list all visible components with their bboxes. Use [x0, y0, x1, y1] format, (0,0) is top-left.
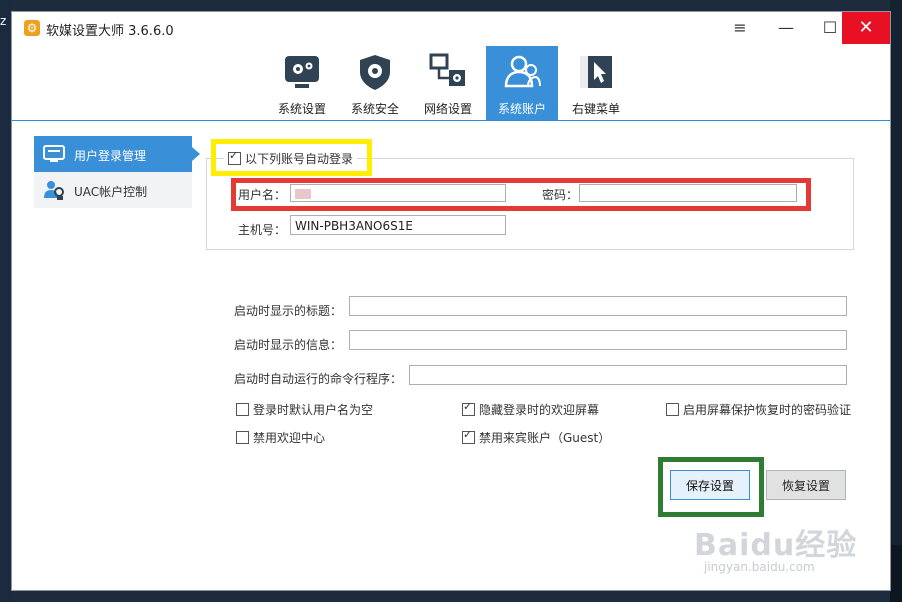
tab-context-menu[interactable]: 右键菜单 [560, 46, 632, 120]
shield-gear-icon [360, 55, 390, 90]
app-window: ⚙ 软媒设置大师 3.6.6.0 ≡ — ☐ ✕ 系统设置 系统安全 网络设置 … [11, 11, 891, 591]
startup-command-label: 启动时自动运行的命令行程序： [234, 372, 403, 386]
title-bar[interactable]: ⚙ 软媒设置大师 3.6.6.0 ≡ — ☐ ✕ [12, 12, 890, 44]
startup-title-input[interactable] [349, 296, 847, 316]
desktop-right-edge [890, 0, 902, 602]
option-disable-guest[interactable]: 禁用来宾账户（Guest） [462, 428, 611, 446]
option-disable-welcome-center[interactable]: 禁用欢迎中心 [236, 429, 325, 446]
tab-system-accounts[interactable]: 系统账户 [486, 46, 558, 120]
close-button[interactable]: ✕ [842, 12, 890, 44]
checkbox-box[interactable] [236, 403, 249, 416]
hostname-input[interactable]: WIN-PBH3ANO6S1E [290, 215, 506, 235]
tab-label: 网络设置 [423, 102, 472, 116]
sidebar-item-label: 用户登录管理 [74, 149, 147, 163]
tab-system-security[interactable]: 系统安全 [339, 46, 411, 120]
tab-label: 右键菜单 [571, 102, 620, 116]
restore-settings-button[interactable]: 恢复设置 [766, 470, 846, 500]
startup-command-input[interactable] [409, 365, 847, 385]
startup-message-label: 启动时显示的信息： [234, 338, 343, 352]
taskbar-fragment [890, 545, 902, 602]
main-toolbar: 系统设置 系统安全 网络设置 系统账户 右键菜单 [12, 44, 890, 121]
app-gear-icon: ⚙ [24, 20, 40, 36]
watermark: Baidu经验 [694, 528, 858, 563]
option-label: 隐藏登录时的欢迎屏幕 [479, 403, 600, 417]
startup-title-label: 启动时显示的标题： [234, 304, 343, 318]
sidebar-item-login-management[interactable]: 用户登录管理 [34, 136, 200, 172]
option-label: 启用屏幕保护恢复时的密码验证 [683, 403, 852, 417]
sidebar-item-label: UAC帐户控制 [74, 185, 148, 199]
tab-label: 系统账户 [497, 102, 546, 116]
desktop-left-edge: z [0, 0, 10, 602]
desktop-fragment-text: z [0, 14, 7, 28]
menu-button[interactable]: ≡ [718, 12, 762, 44]
option-hide-welcome[interactable]: 隐藏登录时的欢迎屏幕 [462, 400, 600, 418]
network-icon [429, 53, 465, 86]
hostname-label: 主机号： [238, 223, 287, 237]
sidebar: 用户登录管理 UAC帐户控制 [34, 136, 200, 208]
tab-system-settings[interactable]: 系统设置 [266, 46, 338, 120]
checkbox-box[interactable] [236, 431, 249, 444]
window-title: 软媒设置大师 3.6.6.0 [46, 24, 174, 39]
context-menu-icon [580, 56, 612, 88]
tab-network-settings[interactable]: 网络设置 [412, 46, 484, 120]
option-empty-username[interactable]: 登录时默认用户名为空 [236, 401, 373, 418]
sidebar-item-uac[interactable]: UAC帐户控制 [34, 172, 192, 208]
uac-users-icon [44, 181, 64, 200]
checkbox-box[interactable] [462, 428, 475, 444]
annotation-green-box [658, 457, 764, 517]
watermark-url: jingyan.baidu.com [704, 560, 815, 574]
option-label: 禁用欢迎中心 [253, 431, 326, 445]
tab-label: 系统设置 [277, 102, 326, 116]
annotation-yellow-box [211, 139, 372, 176]
monitor-icon [43, 145, 65, 162]
option-label: 禁用来宾账户（Guest） [479, 431, 611, 445]
checkbox-box[interactable] [666, 403, 679, 416]
system-settings-icon [285, 56, 319, 88]
checkbox-box[interactable] [462, 400, 475, 416]
startup-message-input[interactable] [349, 330, 847, 350]
users-icon [504, 55, 541, 88]
option-label: 登录时默认用户名为空 [253, 403, 374, 417]
option-screensaver-password[interactable]: 启用屏幕保护恢复时的密码验证 [666, 401, 851, 418]
tab-label: 系统安全 [350, 102, 399, 116]
annotation-red-box [231, 178, 811, 211]
minimize-button[interactable]: — [764, 12, 808, 44]
